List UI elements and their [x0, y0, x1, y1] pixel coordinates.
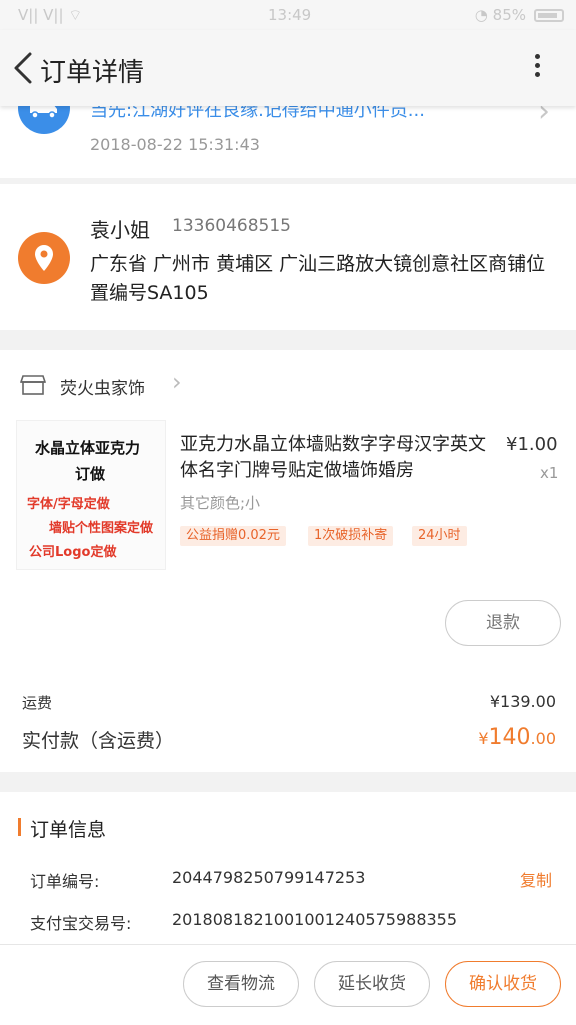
alipay-trade-label: 支付宝交易号:	[30, 914, 132, 933]
chevron-right-icon[interactable]: ›	[172, 368, 182, 396]
product-image[interactable]: 水晶立体亚克力 订做 字体/字母定做 墙贴个性图案定做 公司Logo定做	[16, 420, 166, 570]
recipient-address: 广东省 广州市 黄埔区 广汕三路放大镜创意社区商铺位置编号SA105	[90, 253, 546, 304]
image-text: 订做	[75, 465, 106, 483]
refund-button[interactable]: 退款	[445, 600, 561, 646]
product-title[interactable]: 亚克力水晶立体墙贴数字字母汉字英文体名字门牌号贴定做墙饰婚房	[180, 432, 500, 484]
confirm-receipt-button[interactable]: 确认收货	[445, 961, 561, 1007]
more-menu-icon[interactable]	[528, 50, 546, 86]
battery-icon	[534, 9, 564, 22]
extend-receipt-button[interactable]: 延长收货	[314, 961, 430, 1007]
alipay-trade-number: 2018081821001001240575988355	[172, 910, 458, 929]
total-paid-label: 实付款（含运费）	[22, 730, 175, 752]
view-logistics-button[interactable]: 查看物流	[183, 961, 299, 1007]
recipient-phone: 13360468515	[172, 216, 291, 236]
location-pin-icon	[18, 232, 70, 284]
page-title: 订单详情	[40, 58, 145, 88]
service-tag: 24小时	[412, 526, 467, 546]
product-price: ¥1.00	[506, 434, 558, 455]
order-number: 2044798250799147253	[172, 868, 366, 887]
shipping-fee-value: ¥139.00	[489, 692, 556, 711]
nav-bar: 订单详情	[0, 30, 576, 106]
shipping-fee-label: 运费	[22, 694, 53, 712]
image-text: 墙贴个性图案定做	[49, 521, 154, 536]
order-info-title: 订单信息	[30, 819, 107, 841]
image-text: 字体/字母定做	[27, 497, 110, 512]
logistics-time: 2018-08-22 15:31:43	[90, 135, 260, 154]
service-tag: 1次破损补寄	[308, 526, 394, 546]
section-accent-bar	[18, 818, 21, 836]
shop-name[interactable]: 荧火虫家饰	[60, 374, 145, 399]
signal-indicator: ⴸ|| ⴸ|| ⌔	[18, 6, 83, 24]
back-button[interactable]	[8, 48, 42, 88]
order-number-label: 订单编号:	[30, 872, 100, 891]
battery-level: ◔ 85%	[474, 6, 526, 24]
image-text: 水晶立体亚克力	[35, 439, 141, 457]
status-time: 13:49	[268, 6, 312, 24]
image-text: 公司Logo定做	[29, 545, 117, 560]
product-quantity: x1	[540, 464, 559, 482]
status-bar: ⴸ|| ⴸ|| ⌔ 13:49 ◔ 85%	[0, 0, 576, 30]
recipient-name: 袁小姐	[90, 218, 150, 242]
copy-button[interactable]: 复制	[520, 867, 552, 891]
product-sku: 其它颜色;小	[180, 494, 261, 512]
service-tag: 公益捐赠0.02元	[180, 526, 286, 546]
total-paid-value: ¥140.00	[478, 725, 556, 750]
shop-icon	[19, 374, 47, 396]
back-arrow-icon	[14, 52, 32, 84]
